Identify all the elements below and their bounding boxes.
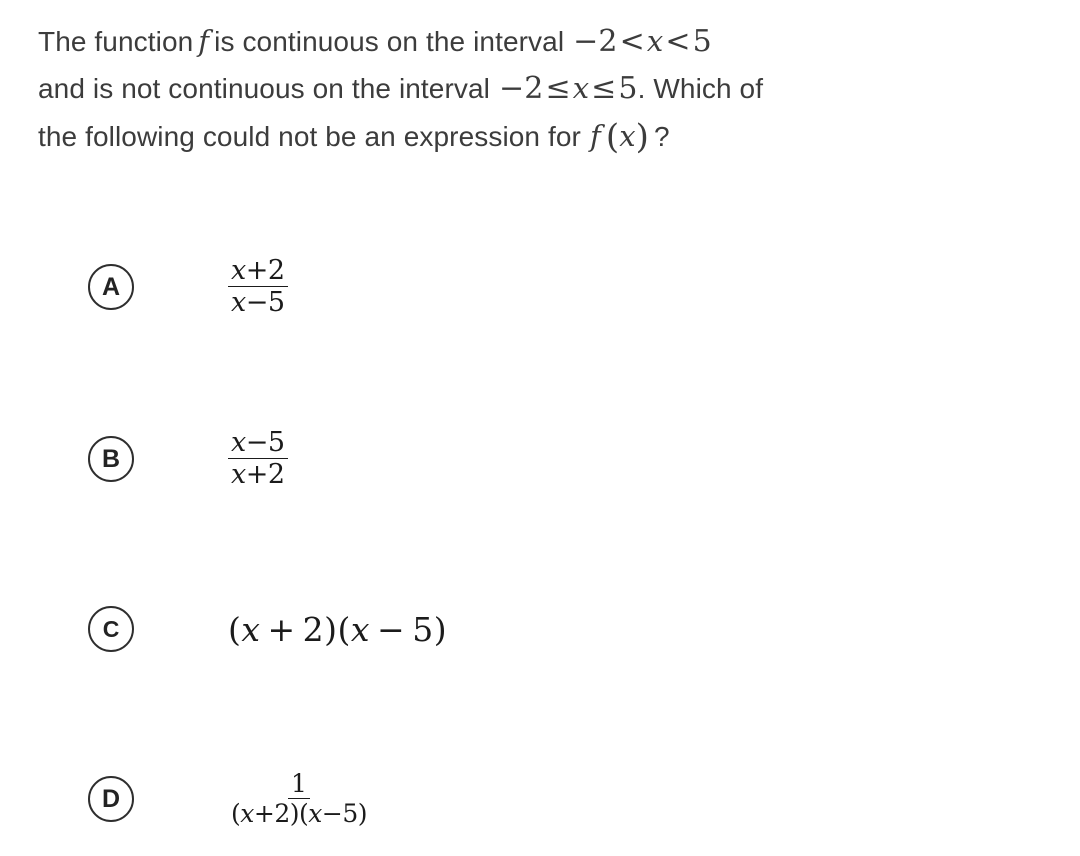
math-operator: −	[245, 287, 269, 318]
math-upper-bound: 5	[692, 24, 712, 59]
fraction-numerator: 1	[288, 770, 310, 799]
math-relation-2: ≤	[591, 71, 617, 106]
math-variable-x: x	[350, 609, 371, 649]
math-variable-x: x	[241, 609, 261, 649]
fraction-denominator: (x+2)(x−5)	[228, 799, 370, 827]
math-number: 2	[274, 799, 290, 828]
math-variable-x: x	[231, 459, 246, 490]
math-operator: +	[267, 609, 296, 649]
option-bubble-d[interactable]: D	[88, 776, 134, 822]
math-variable-x: x	[572, 71, 590, 105]
math-paren-close: )	[324, 609, 338, 649]
question-stem: The function f is continuous on the interv…	[38, 18, 1058, 160]
question-text-segment: is continuous on the interval	[214, 26, 565, 57]
math-operator: −	[377, 609, 406, 649]
fraction-numerator: x−5	[228, 426, 288, 459]
math-number: 5	[267, 287, 285, 318]
math-operator: −	[321, 799, 343, 828]
option-bubble-b[interactable]: B	[88, 436, 134, 482]
math-operator: +	[253, 799, 275, 828]
math-paren-open: (	[231, 799, 241, 828]
math-number: 5	[412, 609, 434, 649]
math-number: 2	[267, 459, 285, 490]
option-row-b[interactable]: B x−5 x+2	[0, 426, 1080, 490]
fraction: 1 (x+2)(x−5)	[228, 770, 370, 828]
math-number: 2	[302, 609, 325, 649]
question-text-segment: The function	[38, 26, 194, 57]
math-variable-x: x	[240, 799, 254, 828]
math-upper-bound: 5	[618, 71, 638, 106]
math-relation-2: <	[665, 24, 691, 59]
math-lower-bound: −2	[499, 71, 544, 106]
option-row-c[interactable]: C (x +2)(x −5)	[0, 601, 1080, 657]
math-function-name: f	[589, 119, 601, 153]
math-variable-x: x	[231, 426, 246, 458]
math-operator: +	[245, 459, 269, 490]
product-expression: (x +2)(x −5)	[228, 610, 447, 649]
math-paren-close: )	[635, 117, 650, 157]
math-paren-close: )	[433, 609, 448, 649]
math-paren-open: (	[605, 117, 620, 157]
option-expression-b: x−5 x+2	[228, 426, 288, 490]
math-paren-close: )	[357, 799, 368, 828]
option-row-a[interactable]: A x+2 x−5	[0, 254, 1080, 318]
question-text-segment: . Which of	[637, 73, 764, 104]
fraction-numerator: x+2	[228, 254, 288, 287]
math-variable-x: x	[308, 799, 322, 828]
option-bubble-c[interactable]: C	[88, 606, 134, 652]
math-lower-bound: −2	[573, 24, 618, 59]
question-line-2: and is not continuous on the interval −2≤…	[38, 71, 764, 106]
math-paren-close: )	[289, 799, 300, 828]
fraction: x−5 x+2	[228, 426, 288, 490]
fraction-denominator: x−5	[228, 287, 288, 317]
math-number: 2	[267, 254, 285, 286]
math-relation-1: <	[619, 24, 645, 59]
question-text-segment: and is not continuous on the interval	[38, 73, 491, 104]
option-expression-d: 1 (x+2)(x−5)	[228, 770, 370, 828]
question-mark: ?	[654, 121, 670, 152]
fraction: x+2 x−5	[228, 254, 288, 318]
option-row-d[interactable]: D 1 (x+2)(x−5)	[0, 770, 1080, 828]
math-paren-open: (	[299, 799, 309, 828]
fraction-denominator: x+2	[228, 459, 288, 489]
math-variable-x: x	[231, 254, 246, 286]
question-line-1: The function f is continuous on the interv…	[38, 24, 712, 59]
math-paren-open: (	[228, 609, 242, 649]
math-paren-open: (	[337, 609, 351, 649]
math-operator: −	[245, 426, 269, 458]
math-number: 5	[267, 426, 285, 458]
option-expression-c: (x +2)(x −5)	[228, 610, 447, 649]
math-variable-x: x	[646, 24, 664, 58]
math-number: 5	[342, 799, 358, 828]
math-variable-x: x	[231, 287, 246, 318]
math-variable-x: x	[619, 119, 636, 153]
math-variable-f: f	[198, 24, 210, 58]
option-expression-a: x+2 x−5	[228, 254, 288, 318]
question-text-segment: the following could not be an expression…	[38, 121, 581, 152]
math-operator: +	[245, 254, 269, 286]
option-bubble-a[interactable]: A	[88, 264, 134, 310]
math-relation-1: ≤	[545, 71, 571, 106]
question-line-3: the following could not be an expression…	[38, 117, 670, 157]
